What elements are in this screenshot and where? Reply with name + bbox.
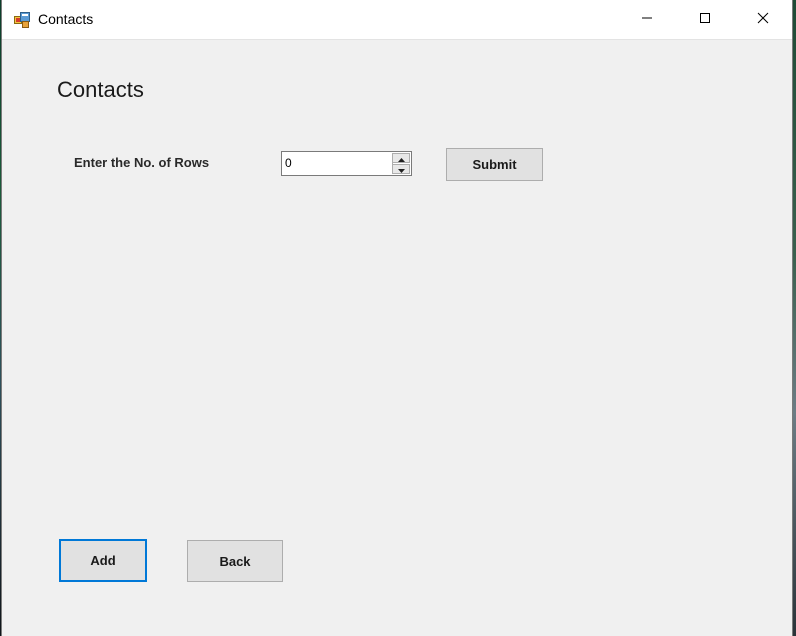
rows-spinner[interactable] xyxy=(392,153,410,174)
rows-value[interactable]: 0 xyxy=(285,156,292,170)
maximize-icon xyxy=(699,11,711,29)
maximize-button[interactable] xyxy=(676,0,734,40)
minimize-icon xyxy=(641,11,653,29)
close-icon xyxy=(757,11,769,29)
back-button[interactable]: Back xyxy=(187,540,283,582)
close-button[interactable] xyxy=(734,0,792,40)
add-button[interactable]: Add xyxy=(59,539,147,582)
chevron-down-icon xyxy=(397,160,405,178)
submit-button[interactable]: Submit xyxy=(446,148,543,181)
rows-label: Enter the No. of Rows xyxy=(74,155,210,170)
title-bar[interactable]: Contacts xyxy=(2,0,792,40)
minimize-button[interactable] xyxy=(618,0,676,40)
window-title: Contacts xyxy=(38,11,94,27)
app-form-icon xyxy=(14,12,30,28)
contacts-window: Contacts Contacts Enter the No. of Rows … xyxy=(1,0,793,636)
rows-numeric-input[interactable]: 0 xyxy=(281,151,412,176)
spin-down-button[interactable] xyxy=(393,164,410,174)
page-heading: Contacts xyxy=(57,77,144,102)
